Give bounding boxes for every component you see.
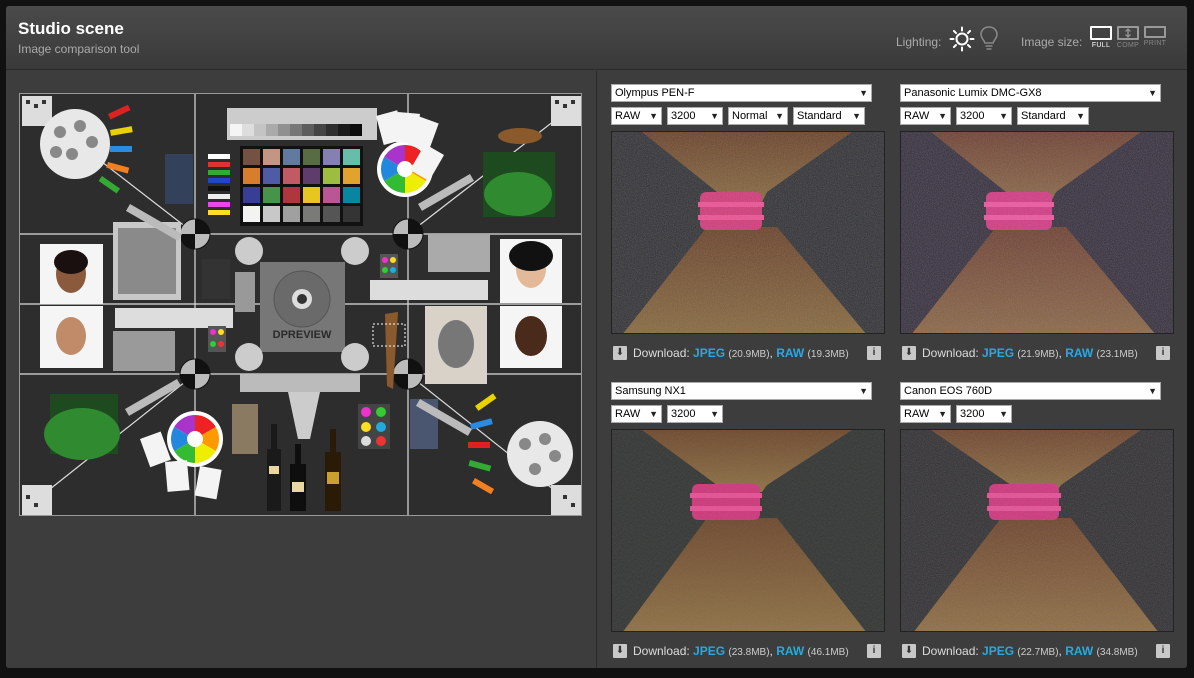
- chevron-down-icon: ▼: [938, 409, 947, 419]
- print-size-icon: [1144, 26, 1166, 38]
- page-subtitle: Image comparison tool: [18, 42, 140, 56]
- chevron-down-icon: ▼: [775, 111, 784, 121]
- size-full-button[interactable]: FULL: [1088, 26, 1114, 49]
- download-row: ⬇ Download: JPEG (20.9MB), RAW (19.3MB) …: [611, 346, 886, 362]
- chevron-down-icon: ▼: [710, 111, 719, 121]
- full-size-icon: [1090, 26, 1112, 40]
- chevron-down-icon: ▼: [938, 111, 947, 121]
- download-jpeg-link[interactable]: JPEG: [693, 644, 725, 658]
- lighting-label: Lighting:: [896, 35, 942, 49]
- download-row: ⬇ Download: JPEG (23.8MB), RAW (46.1MB) …: [611, 644, 886, 660]
- format-select[interactable]: RAW ▼: [611, 107, 662, 125]
- panel-divider: [596, 71, 597, 668]
- chevron-down-icon: ▼: [1148, 88, 1157, 98]
- header-bar: Studio scene Image comparison tool Light…: [6, 6, 1187, 70]
- chevron-down-icon: ▼: [710, 409, 719, 419]
- format-select[interactable]: RAW ▼: [900, 405, 951, 423]
- info-icon[interactable]: i: [867, 346, 881, 360]
- chevron-down-icon: ▼: [1076, 111, 1085, 121]
- profile-select[interactable]: Standard ▼: [793, 107, 865, 125]
- chevron-down-icon: ▼: [859, 386, 868, 396]
- download-raw-link[interactable]: RAW: [1065, 346, 1093, 360]
- download-raw-link[interactable]: RAW: [776, 346, 804, 360]
- comp-size-icon: [1117, 26, 1139, 40]
- chevron-down-icon: ▼: [649, 409, 658, 419]
- chevron-down-icon: ▼: [859, 88, 868, 98]
- page-title: Studio scene: [18, 19, 124, 38]
- download-row: ⬇ Download: JPEG (21.9MB), RAW (23.1MB) …: [900, 346, 1175, 362]
- scene-logo-text: DPREVIEW: [273, 329, 332, 341]
- download-icon[interactable]: ⬇: [613, 644, 627, 658]
- iso-select[interactable]: 3200 ▼: [956, 107, 1012, 125]
- iso-select[interactable]: 3200 ▼: [667, 107, 723, 125]
- download-raw-link[interactable]: RAW: [776, 644, 804, 658]
- crop-image[interactable]: [900, 429, 1174, 632]
- size-comp-button[interactable]: COMP: [1115, 26, 1141, 49]
- iso-select[interactable]: 3200 ▼: [667, 405, 723, 423]
- chevron-down-icon: ▼: [1148, 386, 1157, 396]
- image-size-label: Image size:: [1021, 35, 1083, 49]
- format-select[interactable]: RAW ▼: [611, 405, 662, 423]
- studio-scene-image[interactable]: DPREVIEW: [19, 93, 582, 516]
- format-select[interactable]: RAW ▼: [900, 107, 951, 125]
- info-icon[interactable]: i: [1156, 346, 1170, 360]
- sun-icon[interactable]: [949, 26, 975, 52]
- bulb-icon[interactable]: [978, 25, 1000, 53]
- profile-select[interactable]: Standard ▼: [1017, 107, 1089, 125]
- size-print-button[interactable]: PRINT: [1142, 26, 1168, 47]
- crop-image[interactable]: [611, 429, 885, 632]
- chevron-down-icon: ▼: [999, 111, 1008, 121]
- download-jpeg-link[interactable]: JPEG: [982, 346, 1014, 360]
- download-jpeg-link[interactable]: JPEG: [693, 346, 725, 360]
- comparison-tool-window: Studio scene Image comparison tool Light…: [6, 6, 1187, 668]
- chevron-down-icon: ▼: [852, 111, 861, 121]
- scene-overview-panel: DPREVIEW: [6, 71, 596, 668]
- camera-select[interactable]: Olympus PEN-F ▼: [611, 84, 872, 102]
- download-jpeg-link[interactable]: JPEG: [982, 644, 1014, 658]
- nr-select[interactable]: Normal ▼: [728, 107, 788, 125]
- info-icon[interactable]: i: [1156, 644, 1170, 658]
- download-icon[interactable]: ⬇: [902, 346, 916, 360]
- download-icon[interactable]: ⬇: [613, 346, 627, 360]
- download-icon[interactable]: ⬇: [902, 644, 916, 658]
- chevron-down-icon: ▼: [649, 111, 658, 121]
- info-icon[interactable]: i: [867, 644, 881, 658]
- chevron-down-icon: ▼: [999, 409, 1008, 419]
- crop-image[interactable]: [900, 131, 1174, 334]
- download-row: ⬇ Download: JPEG (22.7MB), RAW (34.8MB) …: [900, 644, 1175, 660]
- camera-select[interactable]: Canon EOS 760D ▼: [900, 382, 1161, 400]
- download-raw-link[interactable]: RAW: [1065, 644, 1093, 658]
- crop-image[interactable]: [611, 131, 885, 334]
- camera-select[interactable]: Panasonic Lumix DMC-GX8 ▼: [900, 84, 1161, 102]
- camera-select[interactable]: Samsung NX1 ▼: [611, 382, 872, 400]
- iso-select[interactable]: 3200 ▼: [956, 405, 1012, 423]
